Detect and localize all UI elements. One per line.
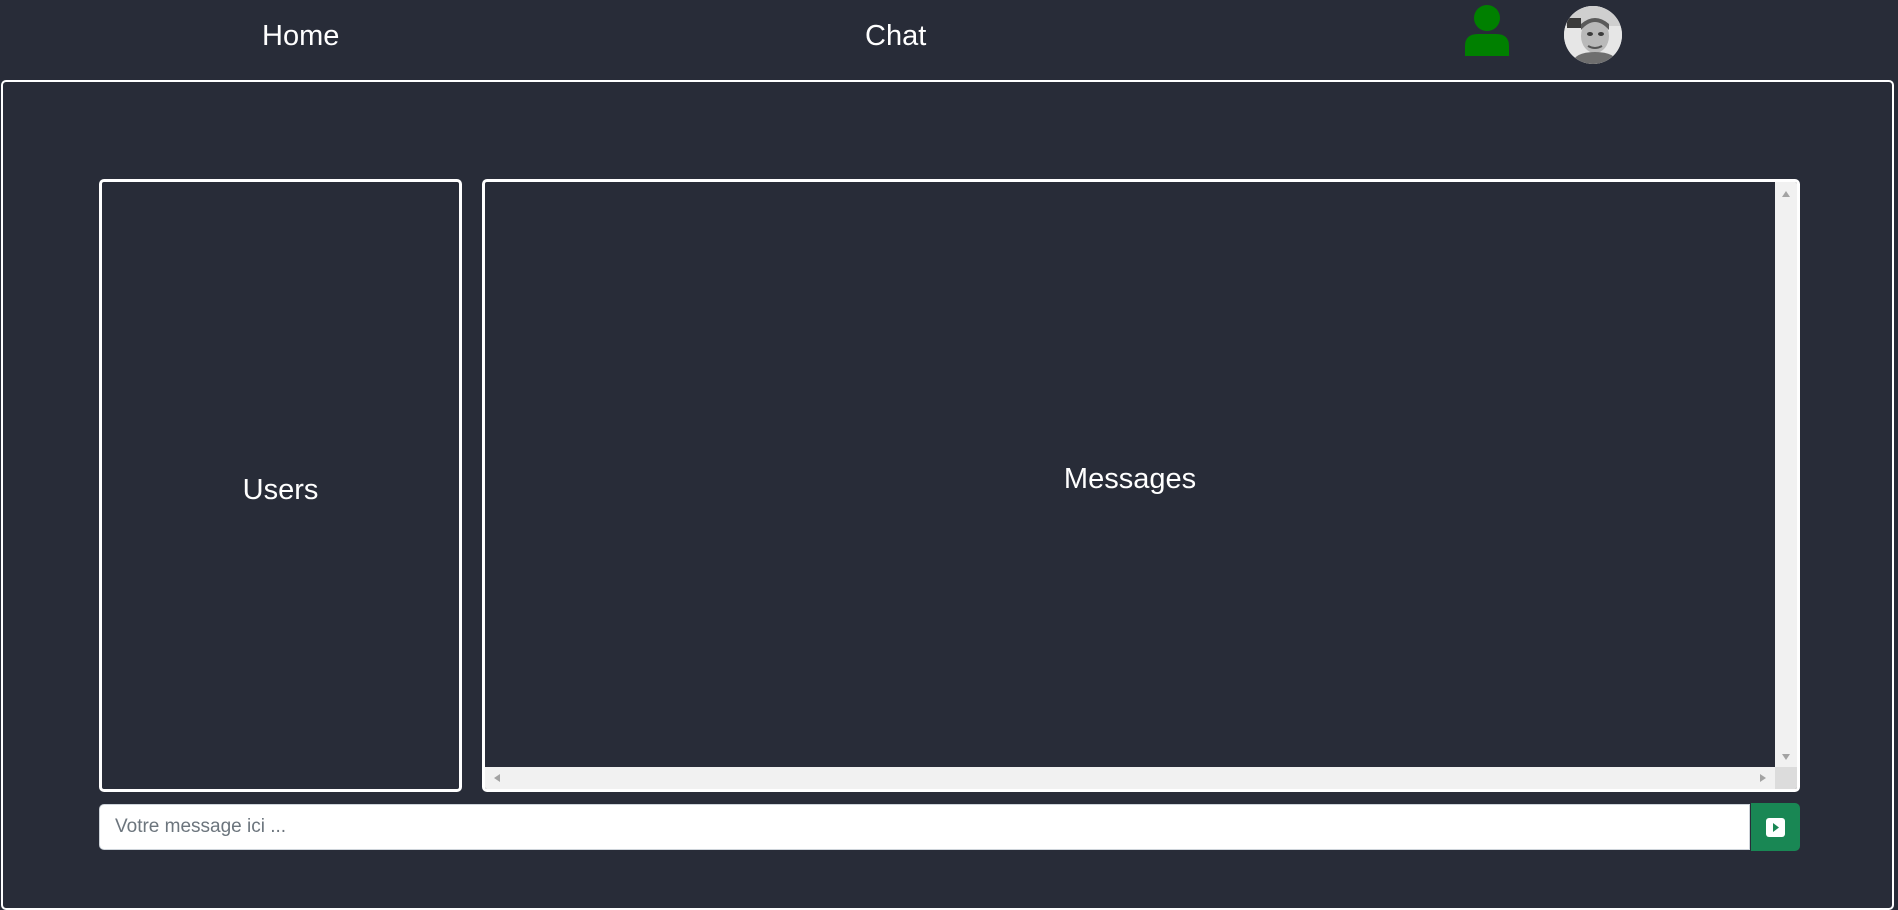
nav-chat-link[interactable]: Chat [865, 16, 926, 56]
scroll-right-icon[interactable] [1760, 774, 1766, 782]
scroll-left-icon[interactable] [494, 774, 500, 782]
user-online-icon [1462, 4, 1512, 56]
caret-right-square-icon [1766, 818, 1785, 837]
message-input[interactable] [99, 804, 1750, 850]
messages-title: Messages [1063, 463, 1197, 495]
vertical-scrollbar[interactable] [1775, 182, 1797, 769]
scrollbar-corner [1775, 767, 1797, 789]
send-button[interactable] [1751, 803, 1800, 851]
messages-panel[interactable]: Messages [482, 179, 1800, 792]
scroll-up-icon[interactable] [1782, 191, 1790, 197]
users-title: Users [242, 474, 319, 506]
users-panel: Users [99, 179, 462, 792]
navbar: Home Chat [0, 0, 1898, 80]
nav-home-link[interactable]: Home [262, 16, 339, 56]
horizontal-scrollbar[interactable] [485, 767, 1775, 789]
avatar[interactable] [1564, 6, 1622, 64]
scroll-down-icon[interactable] [1782, 754, 1790, 760]
